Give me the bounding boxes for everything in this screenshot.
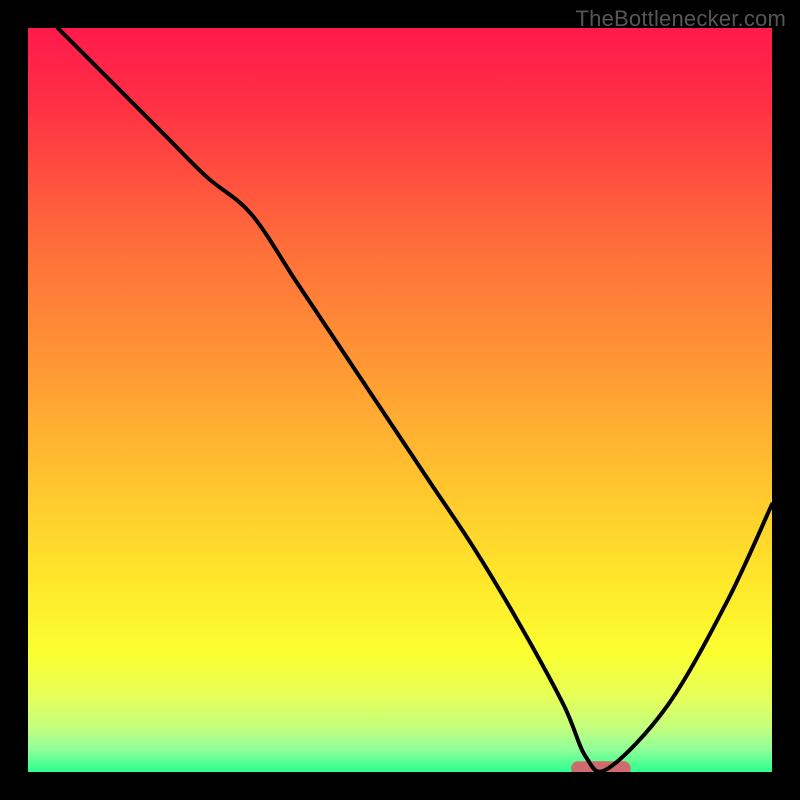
plot-area: [28, 28, 772, 772]
gradient-background: [28, 28, 772, 772]
bottleneck-chart: [28, 28, 772, 772]
watermark-text: TheBottlenecker.com: [576, 6, 786, 32]
chart-frame: TheBottlenecker.com: [0, 0, 800, 800]
